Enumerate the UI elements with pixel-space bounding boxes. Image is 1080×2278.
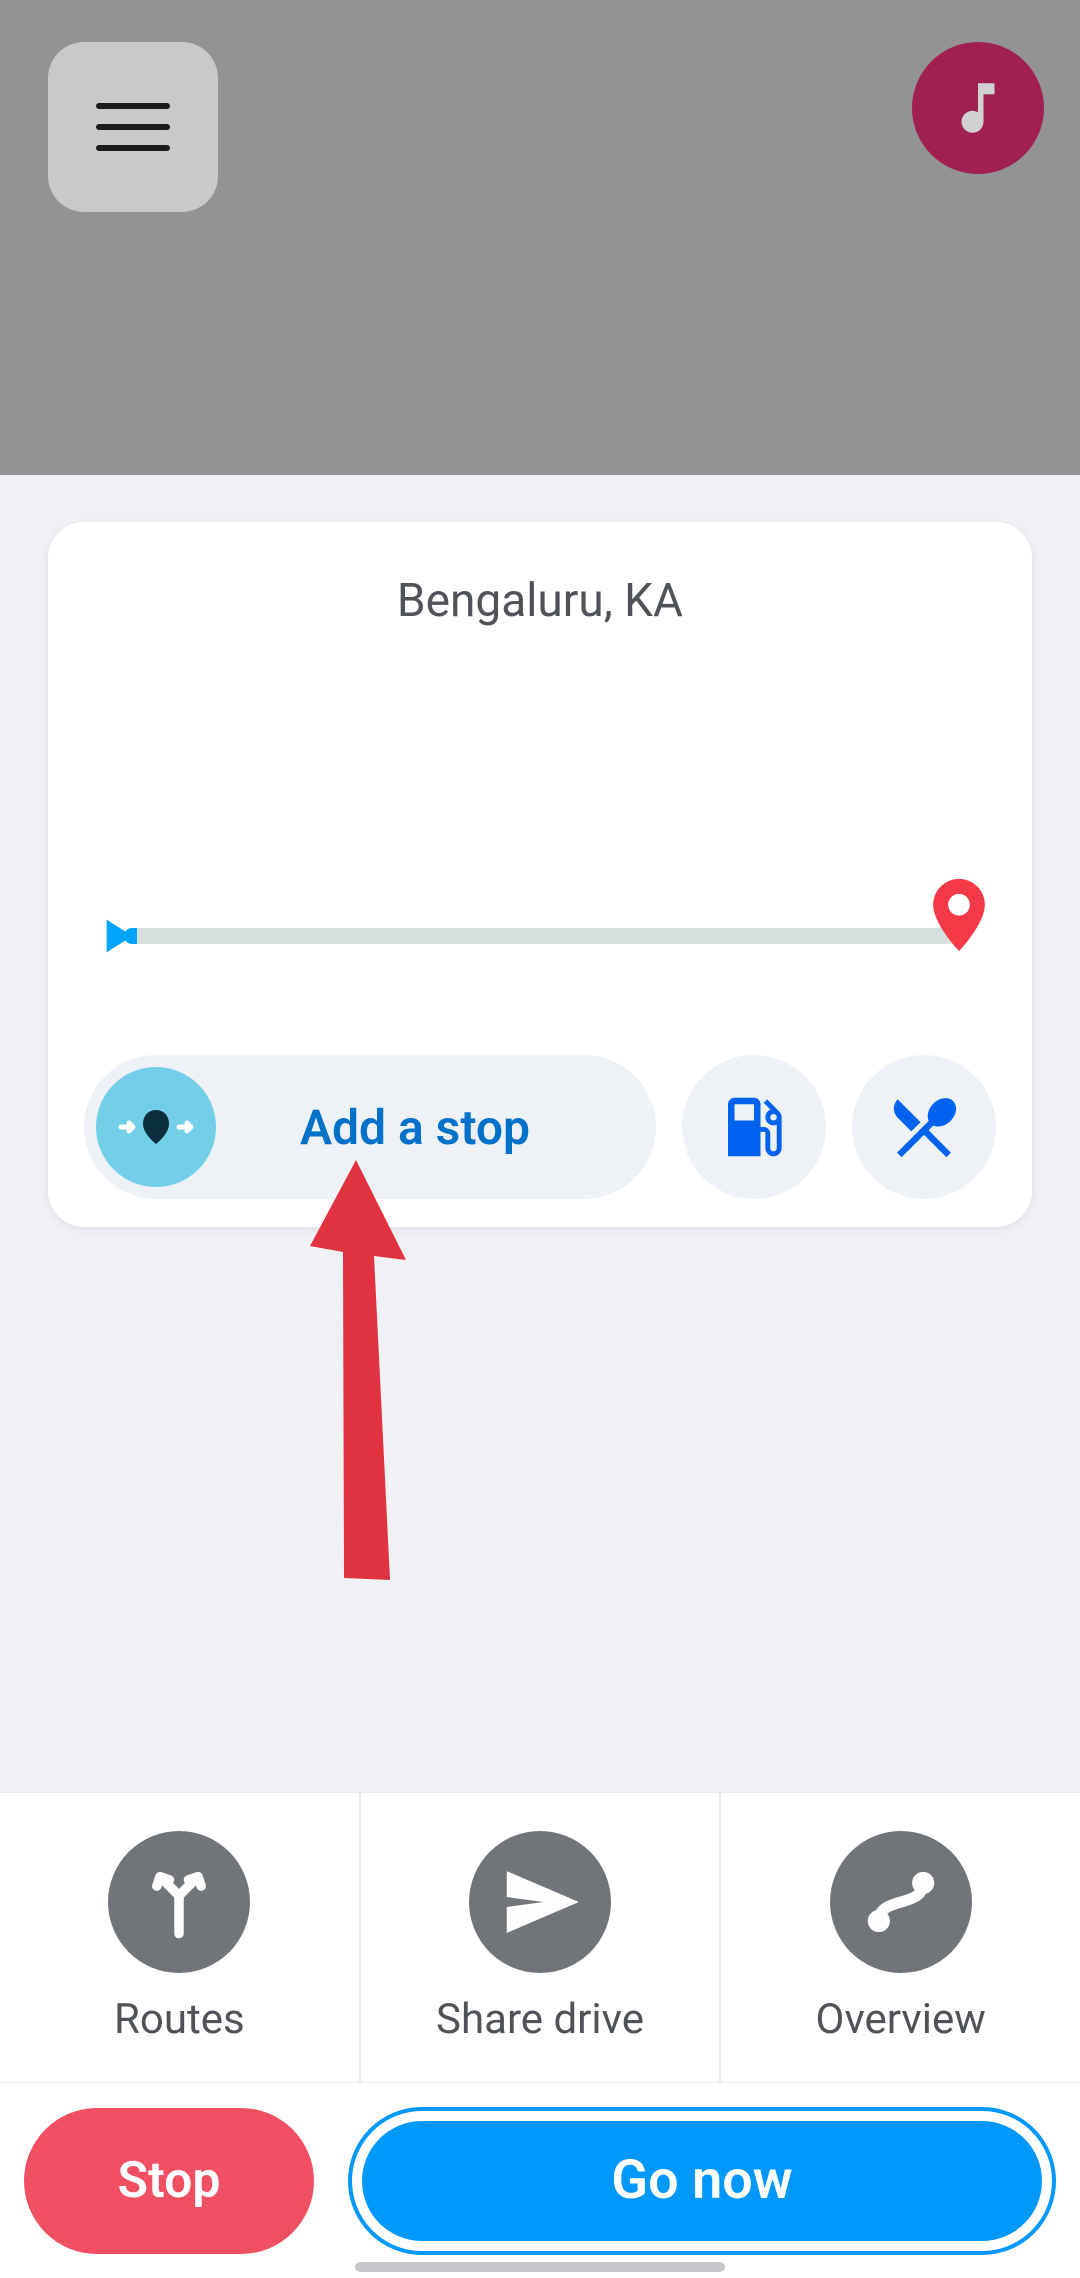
overview-label: Overview <box>816 1995 986 2044</box>
chip-row: Add a stop <box>84 1055 996 1199</box>
music-button[interactable] <box>912 42 1044 174</box>
route-end-pin-icon <box>928 878 990 956</box>
gas-stop-button[interactable] <box>682 1055 826 1199</box>
overview-button[interactable]: Overview <box>721 1793 1080 2082</box>
add-stop-icon <box>96 1067 216 1187</box>
route-track <box>124 928 966 944</box>
restaurant-icon <box>885 1088 963 1166</box>
share-drive-button[interactable]: Share drive <box>361 1793 722 2082</box>
home-indicator <box>355 2262 725 2272</box>
gas-pump-icon <box>715 1088 793 1166</box>
music-icon <box>945 75 1011 141</box>
routes-icon <box>108 1831 250 1973</box>
share-drive-icon <box>469 1831 611 1973</box>
share-drive-label: Share drive <box>436 1995 644 2044</box>
add-stop-label: Add a stop <box>216 1099 644 1156</box>
bottom-actions-row: Routes Share drive Overview <box>0 1792 1080 2082</box>
bottom-bar: Stop Go now <box>0 2082 1080 2278</box>
routes-label: Routes <box>114 1995 245 2044</box>
route-start-icon <box>88 908 144 968</box>
stop-button[interactable]: Stop <box>24 2108 314 2254</box>
add-stop-button[interactable]: Add a stop <box>84 1055 656 1199</box>
destination-title: Bengaluru, KA <box>84 574 996 628</box>
food-stop-button[interactable] <box>852 1055 996 1199</box>
overview-icon <box>830 1831 972 1973</box>
go-now-button-outline: Go now <box>348 2107 1056 2255</box>
go-now-button[interactable]: Go now <box>362 2121 1042 2241</box>
destination-card: Bengaluru, KA <box>48 522 1032 1227</box>
hamburger-icon <box>96 103 170 151</box>
map-dimmed-overlay <box>0 0 1080 475</box>
screen: Bengaluru, KA <box>0 0 1080 2278</box>
route-progress <box>84 884 996 944</box>
routes-button[interactable]: Routes <box>0 1793 361 2082</box>
menu-button[interactable] <box>48 42 218 212</box>
